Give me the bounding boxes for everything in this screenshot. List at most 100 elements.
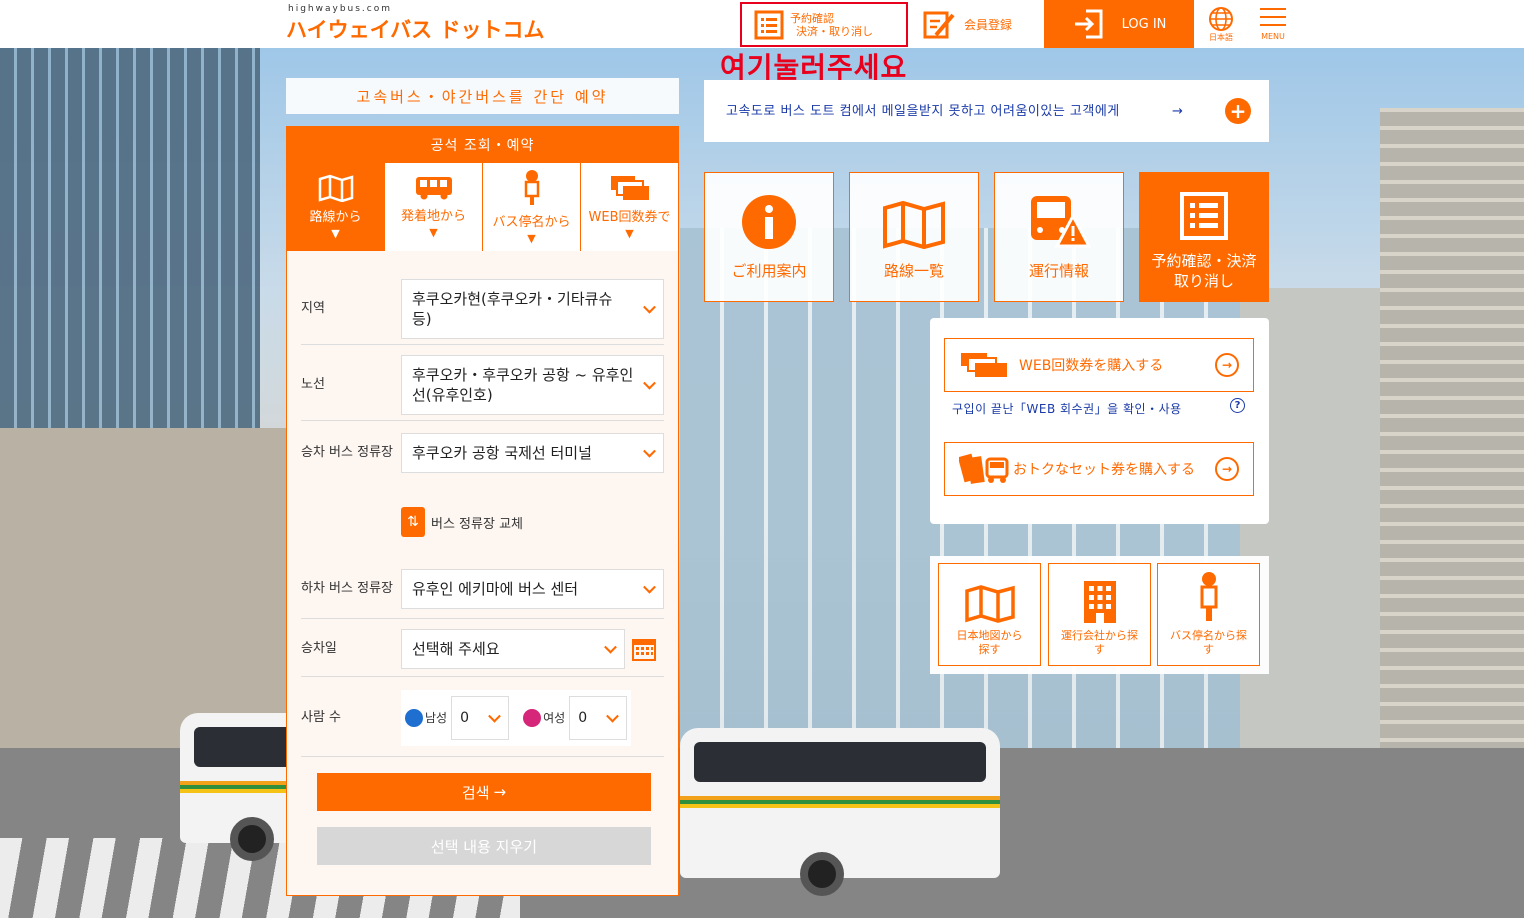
- web-ticket-icon: [961, 353, 1007, 377]
- building: [0, 48, 260, 468]
- female-icon: [523, 708, 542, 727]
- male-icon: [405, 708, 423, 727]
- clear-button[interactable]: 선택 내용 지우기: [317, 827, 651, 865]
- chevron-down-icon: [488, 709, 501, 723]
- bus-image: [680, 728, 1000, 896]
- ticket-icon: [610, 176, 649, 200]
- date-label: 승차일: [301, 640, 337, 656]
- chevron-down-icon: [606, 709, 620, 723]
- login-icon: [1074, 9, 1103, 39]
- circle-arrow-icon: →: [1215, 457, 1239, 481]
- menu-label: MENU: [1261, 31, 1285, 41]
- info-icon: [742, 195, 796, 249]
- help-icon[interactable]: ?: [1230, 398, 1245, 413]
- quick-booking-title: 고속버스・야간버스를 간단 예약: [286, 78, 679, 114]
- tab-by-bus-stop[interactable]: バス停名から ▼: [482, 163, 580, 251]
- hamburger-icon: [1260, 7, 1286, 26]
- caret-down-icon: ▼: [625, 227, 634, 240]
- route-row: 노선 후쿠오카・후쿠오카 공항 ~ 유후인선(유후인호): [301, 349, 664, 421]
- female-label: 여성: [543, 711, 566, 725]
- web-ticket-box: WEB回数券を購入する → 구입이 끝난「WEB 회수권」을 확인・사용 ? お…: [930, 318, 1269, 524]
- date-select[interactable]: 선택해 주세요: [401, 628, 625, 669]
- site-header: highwaybus.com ハイウェイバス ドットコム 予約確認 決済・取り消…: [0, 0, 1524, 48]
- buy-set-ticket-label: おトクなセット券を購入する: [1013, 462, 1195, 478]
- tab-by-route[interactable]: 路線から ▼: [287, 163, 384, 251]
- arrow-right-icon: →: [493, 783, 507, 801]
- building: [0, 428, 300, 758]
- swap-stops[interactable]: ⇅ 버스 정류장 교체: [401, 507, 523, 537]
- date-value: 선택해 주세요: [412, 639, 500, 658]
- alighting-stop-row: 하차 버스 정류장 유후인 에키마에 버스 센터: [301, 559, 664, 619]
- buy-set-ticket-button[interactable]: おトクなセット券を購入する →: [944, 442, 1254, 496]
- buy-web-coupon-label: WEB回数券を購入する: [1019, 358, 1164, 374]
- reservation-confirm-tile[interactable]: 予約確認・決済取り消し: [1139, 172, 1269, 302]
- site-logo[interactable]: ハイウェイバス ドットコム: [286, 14, 544, 44]
- route-list-tile[interactable]: 路線一覧: [849, 172, 979, 302]
- tile-label: 運行会社から探す: [1061, 629, 1138, 656]
- region-select[interactable]: 후쿠오카현(후쿠오카・기타큐슈 등): [401, 278, 664, 339]
- search-by-stop-tile[interactable]: バス停名から探す: [1157, 563, 1260, 666]
- notice-text: 고속도로 버스 도트 컴에서 메일을받지 못하고 어려움이있는 고객에게: [726, 103, 1120, 119]
- arrow-right-icon: →: [1172, 103, 1183, 119]
- boarding-stop-select[interactable]: 후쿠오카 공항 국제선 터미널: [401, 433, 664, 473]
- tab-label: 発着地から: [400, 209, 466, 224]
- search-method-tabs: 路線から ▼ 発着地から ▼ バス停名から ▼ WEB回数券で ▼: [287, 163, 678, 251]
- check-web-coupon-link[interactable]: 구입이 끝난「WEB 회수권」을 확인・사용: [952, 400, 1182, 417]
- chevron-down-icon: [643, 580, 656, 594]
- tile-label: バス停名から探す: [1170, 629, 1247, 656]
- map-icon: [883, 200, 945, 250]
- menu-button[interactable]: MENU: [1256, 0, 1290, 48]
- tab-label: WEB回数券で: [588, 210, 671, 225]
- tile-label: 路線一覧: [883, 262, 944, 280]
- service-status-tile[interactable]: 運行情報: [994, 172, 1124, 302]
- map-icon: [964, 585, 1015, 623]
- search-label: 검색: [461, 783, 490, 802]
- male-count-select[interactable]: 0: [451, 695, 510, 740]
- login-button[interactable]: LOG IN: [1044, 0, 1194, 48]
- calendar-icon[interactable]: [631, 636, 657, 662]
- search-by-operator-tile[interactable]: 運行会社から探す: [1048, 563, 1151, 666]
- language-selector[interactable]: 日本語: [1204, 0, 1238, 48]
- bus-stop-icon: [1200, 572, 1217, 621]
- caret-down-icon: ▼: [331, 227, 340, 240]
- confirm-label-line2: 決済・取り消し: [796, 24, 873, 38]
- tab-by-web-ticket[interactable]: WEB回数券で ▼: [580, 163, 678, 251]
- panel-title: 공석 조회・예약: [287, 127, 678, 163]
- search-by-map-tile[interactable]: 日本地図から探す: [938, 563, 1041, 666]
- route-select[interactable]: 후쿠오카・후쿠오카 공항 ~ 유후인선(유후인호): [401, 354, 664, 415]
- list-icon: [1180, 192, 1228, 240]
- route-label: 노선: [301, 376, 325, 392]
- clear-label: 선택 내용 지우기: [430, 837, 538, 856]
- search-button[interactable]: 검색 →: [317, 773, 651, 811]
- member-register-link[interactable]: 会員登録: [922, 0, 1032, 48]
- tab-label: バス停名から: [492, 215, 571, 230]
- female-count-value: 0: [578, 709, 588, 726]
- usage-guide-tile[interactable]: ご利用案内: [704, 172, 834, 302]
- passenger-selectors: 남성 0 여성 0: [401, 689, 632, 746]
- region-value: 후쿠오카현(후쿠오카・기타큐슈 등): [412, 289, 613, 328]
- alighting-stop-select[interactable]: 유후인 에키마에 버스 센터: [401, 568, 664, 609]
- plus-icon[interactable]: +: [1225, 98, 1251, 124]
- buy-web-coupon-button[interactable]: WEB回数券を購入する →: [944, 338, 1254, 392]
- tower-building: [1380, 108, 1524, 828]
- member-label: 会員登録: [964, 17, 1013, 32]
- bus-warning-icon: [1031, 196, 1091, 248]
- search-by-box: 日本地図から探す 運行会社から探す バス停名から探す: [930, 556, 1269, 674]
- passenger-label: 사람 수: [301, 709, 342, 725]
- route-value: 후쿠오카・후쿠오카 공항 ~ 유후인선(유후인호): [412, 365, 634, 404]
- male-label: 남성: [425, 711, 448, 725]
- list-icon: [754, 10, 784, 39]
- email-notice-banner[interactable]: 고속도로 버스 도트 컴에서 메일을받지 못하고 어려움이있는 고객에게 → +: [704, 80, 1269, 142]
- language-label: 日本語: [1209, 32, 1233, 42]
- tab-by-origin-destination[interactable]: 発着地から ▼: [384, 163, 482, 251]
- globe-icon: [1209, 6, 1233, 31]
- login-label: LOG IN: [1121, 16, 1167, 32]
- region-label: 지역: [301, 300, 325, 316]
- boarding-stop-value: 후쿠오카 공항 국제선 터미널: [412, 444, 592, 462]
- female-count-select[interactable]: 0: [569, 695, 628, 740]
- chevron-down-icon: [643, 444, 656, 458]
- swap-icon[interactable]: ⇅: [401, 507, 425, 537]
- booking-panel: 공석 조회・예약 路線から ▼ 発着地から ▼ バス停名から ▼ WEB回数券で…: [286, 126, 679, 896]
- bus-icon: [415, 177, 452, 200]
- reservation-confirm-link[interactable]: 予約確認 決済・取り消し: [740, 2, 908, 47]
